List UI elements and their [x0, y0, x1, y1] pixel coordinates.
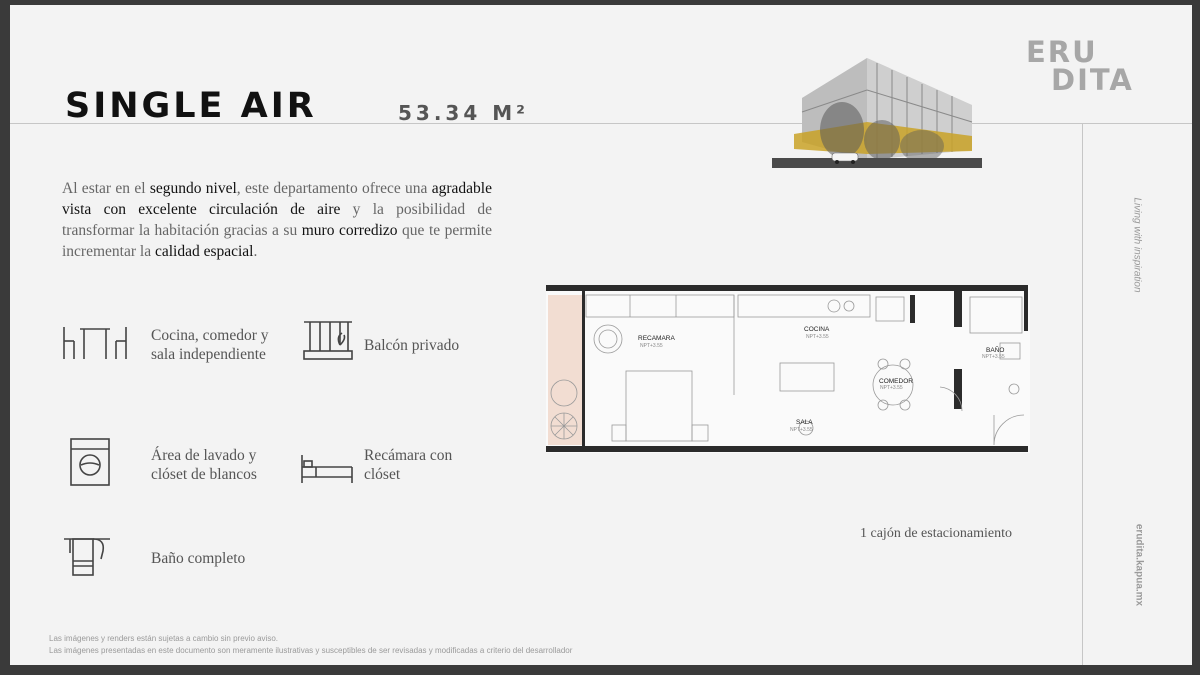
- plan-label-cocina: COCINA: [804, 326, 830, 333]
- feature-balcony-text: Balcón privado: [364, 337, 460, 354]
- sidebar-divider: [1082, 123, 1083, 665]
- feature-bath-text: Baño completo: [151, 550, 246, 567]
- disclaimer-line-2: Las imágenes presentadas en este documen…: [49, 646, 573, 655]
- towel-rack-icon: [64, 538, 110, 576]
- description-text: .: [253, 243, 258, 260]
- feature-kitchen-text: Cocina, comedor y sala independiente: [151, 327, 269, 363]
- plan-level-recamara: NPT+3.55: [640, 343, 663, 349]
- disclaimer-line-1: Las imágenes y renders están sujetas a c…: [49, 634, 279, 643]
- floor-plan: RECAMARA COCINA COMEDOR SALA BAÑO NPT+3.…: [546, 285, 1030, 453]
- description-paragraph: Al estar en el segundo nivel, este depar…: [62, 178, 492, 262]
- page-title: SINGLE AIR: [65, 86, 317, 126]
- building-render-image: [772, 58, 982, 168]
- description-text: , este departamento ofrece una: [236, 180, 432, 197]
- plan-label-bano: BAÑO: [986, 345, 1004, 354]
- logo-line-2: DITA: [1051, 63, 1134, 97]
- tagline-vertical: Living with inspiration: [1131, 197, 1143, 293]
- feature-bedroom-text: Recámara con clóset: [364, 447, 453, 483]
- plan-level-bano: NPT+3.55: [982, 354, 1005, 360]
- plan-label-sala: SALA: [796, 419, 813, 426]
- plan-level-cocina: NPT+3.55: [806, 334, 829, 340]
- description-highlight: calidad espacial: [154, 243, 254, 260]
- plan-level-sala: NPT+3.55: [790, 427, 813, 433]
- logo-line-1: ERU: [1026, 35, 1098, 69]
- plan-label-recamara: RECAMARA: [638, 335, 676, 342]
- plan-label-comedor: COMEDOR: [879, 378, 913, 385]
- unit-area: 53.34 M²: [398, 101, 529, 125]
- description-highlight: segundo nivel: [149, 180, 237, 197]
- slide: SINGLE AIR 53.34 M² ERU DITA Al estar en…: [10, 5, 1192, 665]
- balcony-icon: [303, 321, 353, 360]
- website-url[interactable]: erudita.kapua.mx: [1134, 524, 1145, 606]
- brand-logo: ERU DITA: [1026, 35, 1134, 97]
- bed-icon: [301, 455, 353, 483]
- washing-machine-icon: [70, 438, 110, 486]
- parking-text: 1 cajón de estacionamiento: [860, 526, 1012, 541]
- description-text: Al estar en el: [62, 180, 150, 197]
- plan-level-comedor: NPT+3.55: [880, 385, 903, 391]
- description-highlight: muro corredizo: [301, 222, 398, 239]
- dining-table-icon: [63, 327, 127, 359]
- feature-laundry-text: Área de lavado y clóset de blancos: [151, 447, 257, 483]
